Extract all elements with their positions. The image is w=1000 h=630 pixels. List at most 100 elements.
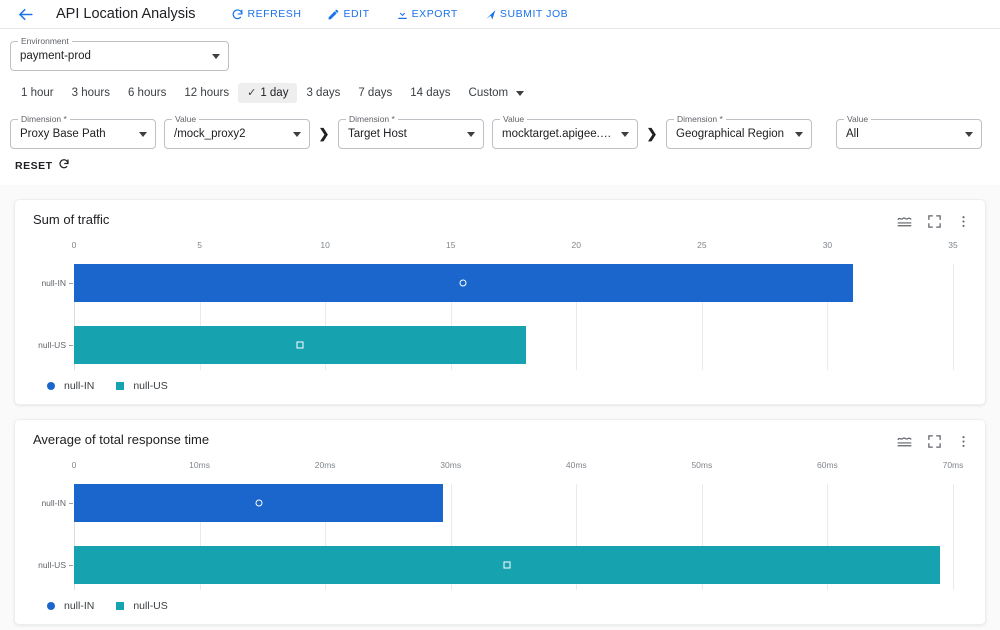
dimension-label-3: Dimension *	[674, 115, 726, 124]
refresh-label: REFRESH	[247, 8, 302, 20]
x-tick-label: 60ms	[817, 460, 838, 470]
x-tick-label: 20ms	[314, 460, 336, 470]
gridline	[953, 264, 954, 370]
fullscreen-icon[interactable]	[927, 434, 942, 449]
submit-job-button[interactable]: SUBMIT JOB	[484, 8, 568, 21]
x-tick-label: 50ms	[691, 460, 713, 470]
refresh-icon	[231, 8, 244, 21]
bar-null-us[interactable]	[74, 326, 527, 364]
bar-marker-circle	[459, 279, 467, 287]
bar-marker-circle	[255, 499, 263, 507]
x-tick-label: 15	[445, 240, 456, 250]
card-action-icons	[896, 433, 971, 450]
charts-container: Sum of traffic 0 5 10 15 20 25 30 35 nul…	[0, 185, 1000, 625]
value-value-1: /mock_proxy2	[174, 128, 246, 140]
gridline	[953, 484, 954, 590]
value-label-1: Value	[172, 115, 200, 124]
time-chip-1-day[interactable]: ✓ 1 day	[238, 83, 298, 103]
chart-type-icon[interactable]	[896, 433, 913, 450]
dimension-label-2: Dimension *	[346, 115, 398, 124]
dimension-label-1: Dimension *	[18, 115, 70, 124]
value-value-2: mocktarget.apigee.net	[502, 128, 615, 140]
value-select-2[interactable]: Value mocktarget.apigee.net	[492, 115, 638, 149]
bar-null-in[interactable]	[74, 484, 444, 522]
time-chip-label: Custom	[468, 87, 509, 99]
time-chip-label: 1 hour	[21, 87, 54, 99]
bar-marker-square	[503, 561, 511, 569]
chevron-down-icon	[795, 131, 803, 137]
more-vert-icon[interactable]	[956, 434, 971, 449]
legend-item-null-in[interactable]: null-IN	[47, 380, 94, 392]
legend-item-null-us[interactable]: null-US	[116, 600, 168, 612]
time-chip-label: 7 days	[358, 87, 393, 99]
chevron-down-icon	[139, 131, 147, 137]
value-value-3: All	[846, 128, 859, 140]
legend-label: null-US	[133, 380, 168, 392]
chevron-down-icon	[965, 131, 973, 137]
export-button[interactable]: EXPORT	[396, 8, 458, 21]
y-tick-mark	[69, 345, 73, 346]
time-chip-1-hour[interactable]: 1 hour	[12, 83, 63, 103]
time-chip-6-hours[interactable]: 6 hours	[119, 83, 175, 103]
legend-swatch-square	[116, 382, 125, 390]
x-tick-label: 0	[71, 460, 77, 470]
legend-item-null-us[interactable]: null-US	[116, 380, 168, 392]
chart-card-sum-of-traffic: Sum of traffic 0 5 10 15 20 25 30 35 nul…	[14, 199, 986, 405]
time-chip-label: 3 hours	[71, 87, 110, 99]
plot-2: null-IN null-US	[38, 472, 954, 590]
time-chip-12-hours[interactable]: 12 hours	[175, 83, 238, 103]
fullscreen-icon[interactable]	[927, 214, 942, 229]
plot-1: null-IN null-US	[38, 252, 954, 370]
more-vert-icon[interactable]	[956, 214, 971, 229]
x-tick-label: 20	[571, 240, 582, 250]
chevron-down-icon	[621, 131, 629, 137]
y-tick-mark	[69, 283, 73, 284]
value-select-1[interactable]: Value /mock_proxy2	[164, 115, 310, 149]
x-tick-label: 40ms	[565, 460, 587, 470]
reset-button[interactable]: RESET	[0, 149, 1000, 185]
dimension-select-2[interactable]: Dimension * Target Host	[338, 115, 484, 149]
chevron-down-icon	[467, 131, 475, 137]
submit-job-label: SUBMIT JOB	[499, 8, 569, 20]
time-range-chips: 1 hour 3 hours 6 hours 12 hours ✓ 1 day …	[0, 71, 1000, 103]
back-arrow-icon[interactable]	[14, 3, 36, 25]
legend-label: null-IN	[64, 380, 95, 392]
chevron-down-icon	[212, 53, 220, 59]
bar-null-us[interactable]	[74, 546, 941, 584]
chart-type-icon[interactable]	[896, 213, 913, 230]
x-tick-label: 10ms	[189, 460, 210, 470]
value-label-3: Value	[844, 115, 872, 124]
dimension-value-1: Proxy Base Path	[20, 128, 106, 140]
time-chip-custom[interactable]: Custom	[460, 83, 534, 103]
filter-separator-2-icon: ❯	[646, 126, 658, 141]
legend-swatch-circle	[47, 382, 55, 390]
time-chip-label: 12 hours	[184, 87, 230, 99]
filter-separator-1-icon: ❯	[318, 126, 330, 141]
legend-item-null-in[interactable]: null-IN	[47, 600, 94, 612]
value-select-3[interactable]: Value All	[836, 115, 982, 149]
refresh-button[interactable]: REFRESH	[231, 8, 301, 21]
x-tick-label: 70ms	[942, 460, 964, 470]
x-axis-ticks-1: 0 5 10 15 20 25 30 35	[72, 240, 958, 252]
time-chip-14-days[interactable]: 14 days	[401, 83, 459, 103]
time-chip-3-hours[interactable]: 3 hours	[63, 83, 119, 103]
chart-legend-1: null-IN null-US	[15, 370, 985, 404]
legend-swatch-square	[116, 602, 125, 610]
time-chip-3-days[interactable]: 3 days	[297, 83, 349, 103]
environment-select[interactable]: Environment payment-prod	[10, 37, 229, 71]
chart-title: Sum of traffic	[33, 212, 110, 227]
bar-null-in[interactable]	[74, 264, 853, 302]
dimension-select-3[interactable]: Dimension * Geographical Region	[666, 115, 812, 149]
toolbar-actions: REFRESH EDIT EXPORT SUBMIT JOB	[231, 8, 568, 21]
time-chip-label: 14 days	[410, 87, 451, 99]
chart-plot-area-2: 0 10ms 20ms 30ms 40ms 50ms 60ms 70ms nul…	[15, 460, 985, 590]
reset-label: RESET	[15, 160, 53, 172]
pencil-icon	[327, 8, 340, 21]
dimension-select-1[interactable]: Dimension * Proxy Base Path	[10, 115, 156, 149]
x-tick-label: 30ms	[440, 460, 462, 470]
time-chip-label: 6 hours	[127, 87, 167, 99]
environment-value: payment-prod	[20, 50, 91, 62]
time-chip-7-days[interactable]: 7 days	[349, 83, 401, 103]
edit-button[interactable]: EDIT	[327, 8, 369, 21]
card-header: Sum of traffic	[15, 200, 985, 230]
